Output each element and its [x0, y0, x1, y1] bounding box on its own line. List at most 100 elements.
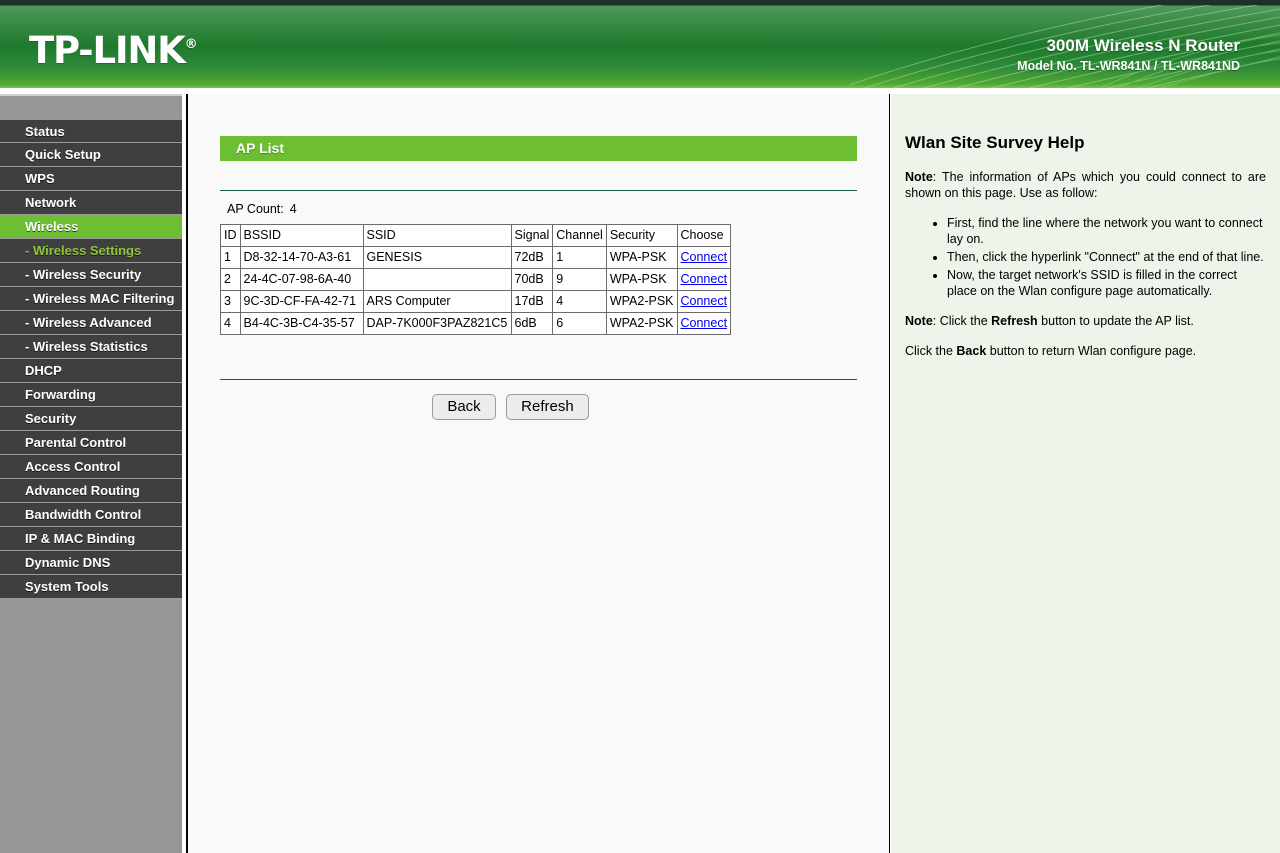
- table-row: 3 9C-3D-CF-FA-42-71 ARS Computer 17dB 4 WPA2-…: [220, 290, 732, 313]
- ap-id: 2: [220, 268, 241, 291]
- ap-channel: 9: [552, 268, 607, 291]
- ap-signal: 72dB: [510, 246, 554, 269]
- connect-link[interactable]: Connect: [681, 272, 728, 286]
- ap-choose-cell: Connect: [676, 268, 732, 291]
- sidebar-item-wireless-settings[interactable]: - Wireless Settings: [0, 239, 182, 263]
- ap-choose-cell: Connect: [676, 312, 732, 335]
- sidebar-item-wireless-mac-filtering[interactable]: - Wireless MAC Filtering: [0, 287, 182, 311]
- table-row: 2 24-4C-07-98-6A-40 70dB 9 WPA-PSK Connect: [220, 268, 732, 291]
- back-button[interactable]: Back: [432, 394, 496, 420]
- sidebar-item-advanced-routing[interactable]: Advanced Routing: [0, 479, 182, 503]
- help-note-1-label: Note: [905, 169, 933, 184]
- product-model: Model No. TL-WR841N / TL-WR841ND: [1017, 59, 1240, 73]
- table-header-row: ID BSSID SSID Signal Channel Security Ch…: [220, 224, 732, 247]
- ap-ssid: DAP-7K000F3PAZ821C5: [362, 312, 512, 335]
- help-note-1-text: : The information of APs which you could…: [905, 169, 1266, 201]
- sidebar-item-status[interactable]: Status: [0, 119, 182, 143]
- column-header-id: ID: [220, 224, 241, 247]
- ap-channel: 1: [552, 246, 607, 269]
- ap-bssid: B4-4C-3B-C4-35-57: [239, 312, 364, 335]
- ap-channel: 4: [552, 290, 607, 313]
- ap-ssid: GENESIS: [362, 246, 512, 269]
- help-note-2-strong: Refresh: [991, 313, 1038, 328]
- help-bullet: Now, the target network's SSID is filled…: [947, 267, 1266, 300]
- ap-table-head: ID BSSID SSID Signal Channel Security Ch…: [220, 224, 732, 247]
- help-back-note: Click the Back button to return Wlan con…: [905, 343, 1266, 360]
- help-note-2-post: button to update the AP list.: [1037, 313, 1194, 328]
- connect-link[interactable]: Connect: [681, 316, 728, 330]
- tp-link-logo: TP-LINK®: [29, 32, 198, 69]
- sidebar-item-wireless-advanced[interactable]: - Wireless Advanced: [0, 311, 182, 335]
- connect-link[interactable]: Connect: [681, 294, 728, 308]
- ap-count-label: AP Count:: [227, 202, 284, 216]
- ap-choose-cell: Connect: [676, 290, 732, 313]
- sidebar-item-ip-mac-binding[interactable]: IP & MAC Binding: [0, 527, 182, 551]
- help-panel: Wlan Site Survey Help Note: The informat…: [891, 94, 1280, 853]
- sidebar-item-wireless[interactable]: Wireless: [0, 215, 182, 239]
- page-title: AP List: [220, 136, 857, 161]
- sidebar-item-access-control[interactable]: Access Control: [0, 455, 182, 479]
- ap-ssid: [362, 268, 512, 291]
- ap-signal: 6dB: [510, 312, 554, 335]
- ap-bssid: D8-32-14-70-A3-61: [239, 246, 364, 269]
- ap-security: WPA2-PSK: [605, 290, 678, 313]
- sidebar-item-wireless-security[interactable]: - Wireless Security: [0, 263, 182, 287]
- help-back-note-post: button to return Wlan configure page.: [986, 343, 1197, 358]
- sidebar-item-system-tools[interactable]: System Tools: [0, 575, 182, 599]
- ap-security: WPA-PSK: [605, 268, 678, 291]
- sidebar-item-parental-control[interactable]: Parental Control: [0, 431, 182, 455]
- column-header-bssid: BSSID: [239, 224, 364, 247]
- ap-id: 4: [220, 312, 241, 335]
- ap-bssid: 9C-3D-CF-FA-42-71: [239, 290, 364, 313]
- ap-signal: 17dB: [510, 290, 554, 313]
- sidebar-item-wireless-statistics[interactable]: - Wireless Statistics: [0, 335, 182, 359]
- sidebar-menu: Status Quick Setup WPS Network Wireless - Wir…: [0, 119, 182, 599]
- title-divider: [220, 190, 857, 191]
- table-row: 4 B4-4C-3B-C4-35-57 DAP-7K000F3PAZ821C5 6dB…: [220, 312, 732, 335]
- column-header-signal: Signal: [510, 224, 554, 247]
- app-header: TP-LINK® 300M Wireless N Router Model No…: [0, 0, 1280, 88]
- sidebar-item-forwarding[interactable]: Forwarding: [0, 383, 182, 407]
- ap-ssid: ARS Computer: [362, 290, 512, 313]
- ap-id: 3: [220, 290, 241, 313]
- sidebar-item-dhcp[interactable]: DHCP: [0, 359, 182, 383]
- ap-table-body: 1 D8-32-14-70-A3-61 GENESIS 72dB 1 WPA-PSK Con…: [220, 246, 732, 335]
- sidebar-item-bandwidth-control[interactable]: Bandwidth Control: [0, 503, 182, 527]
- help-bullet-list: First, find the line where the network y…: [905, 215, 1266, 300]
- button-row: Back Refresh: [220, 394, 857, 420]
- ap-count: AP Count: 4: [220, 202, 857, 216]
- registered-trademark-icon: ®: [184, 37, 198, 52]
- ap-channel: 6: [552, 312, 607, 335]
- sidebar-item-network[interactable]: Network: [0, 191, 182, 215]
- ap-security: WPA-PSK: [605, 246, 678, 269]
- ap-signal: 70dB: [510, 268, 554, 291]
- column-header-ssid: SSID: [362, 224, 512, 247]
- help-note-2-pre: : Click the: [932, 313, 992, 328]
- sidebar-item-wps[interactable]: WPS: [0, 167, 182, 191]
- ap-choose-cell: Connect: [676, 246, 732, 269]
- product-title: 300M Wireless N Router: [1046, 36, 1240, 55]
- sidebar-item-security[interactable]: Security: [0, 407, 182, 431]
- help-note-2: Note: Click the Refresh button to update…: [905, 313, 1266, 330]
- refresh-button[interactable]: Refresh: [506, 394, 589, 420]
- sidebar-item-dynamic-dns[interactable]: Dynamic DNS: [0, 551, 182, 575]
- button-divider: [220, 379, 857, 380]
- help-bullet: First, find the line where the network y…: [947, 215, 1266, 248]
- column-header-channel: Channel: [552, 224, 607, 247]
- help-bullet: Then, click the hyperlink "Connect" at t…: [947, 249, 1266, 266]
- connect-link[interactable]: Connect: [681, 250, 728, 264]
- table-row: 1 D8-32-14-70-A3-61 GENESIS 72dB 1 WPA-PSK Con…: [220, 246, 732, 269]
- ap-security: WPA2-PSK: [605, 312, 678, 335]
- help-back-note-strong: Back: [956, 343, 987, 358]
- content-wrapper: AP List AP Count: 4 ID BSSID SSID Signal …: [188, 136, 889, 420]
- ap-count-value: 4: [289, 202, 297, 216]
- help-note-2-label: Note: [905, 313, 933, 328]
- ap-bssid: 24-4C-07-98-6A-40: [239, 268, 364, 291]
- ap-id: 1: [220, 246, 241, 269]
- column-header-security: Security: [605, 224, 678, 247]
- logo-text: TP-LINK: [29, 29, 186, 72]
- sidebar-item-quick-setup[interactable]: Quick Setup: [0, 143, 182, 167]
- help-note-1: Note: The information of APs which you c…: [905, 169, 1266, 202]
- help-title: Wlan Site Survey Help: [905, 133, 1085, 152]
- help-back-note-pre: Click the: [905, 343, 957, 358]
